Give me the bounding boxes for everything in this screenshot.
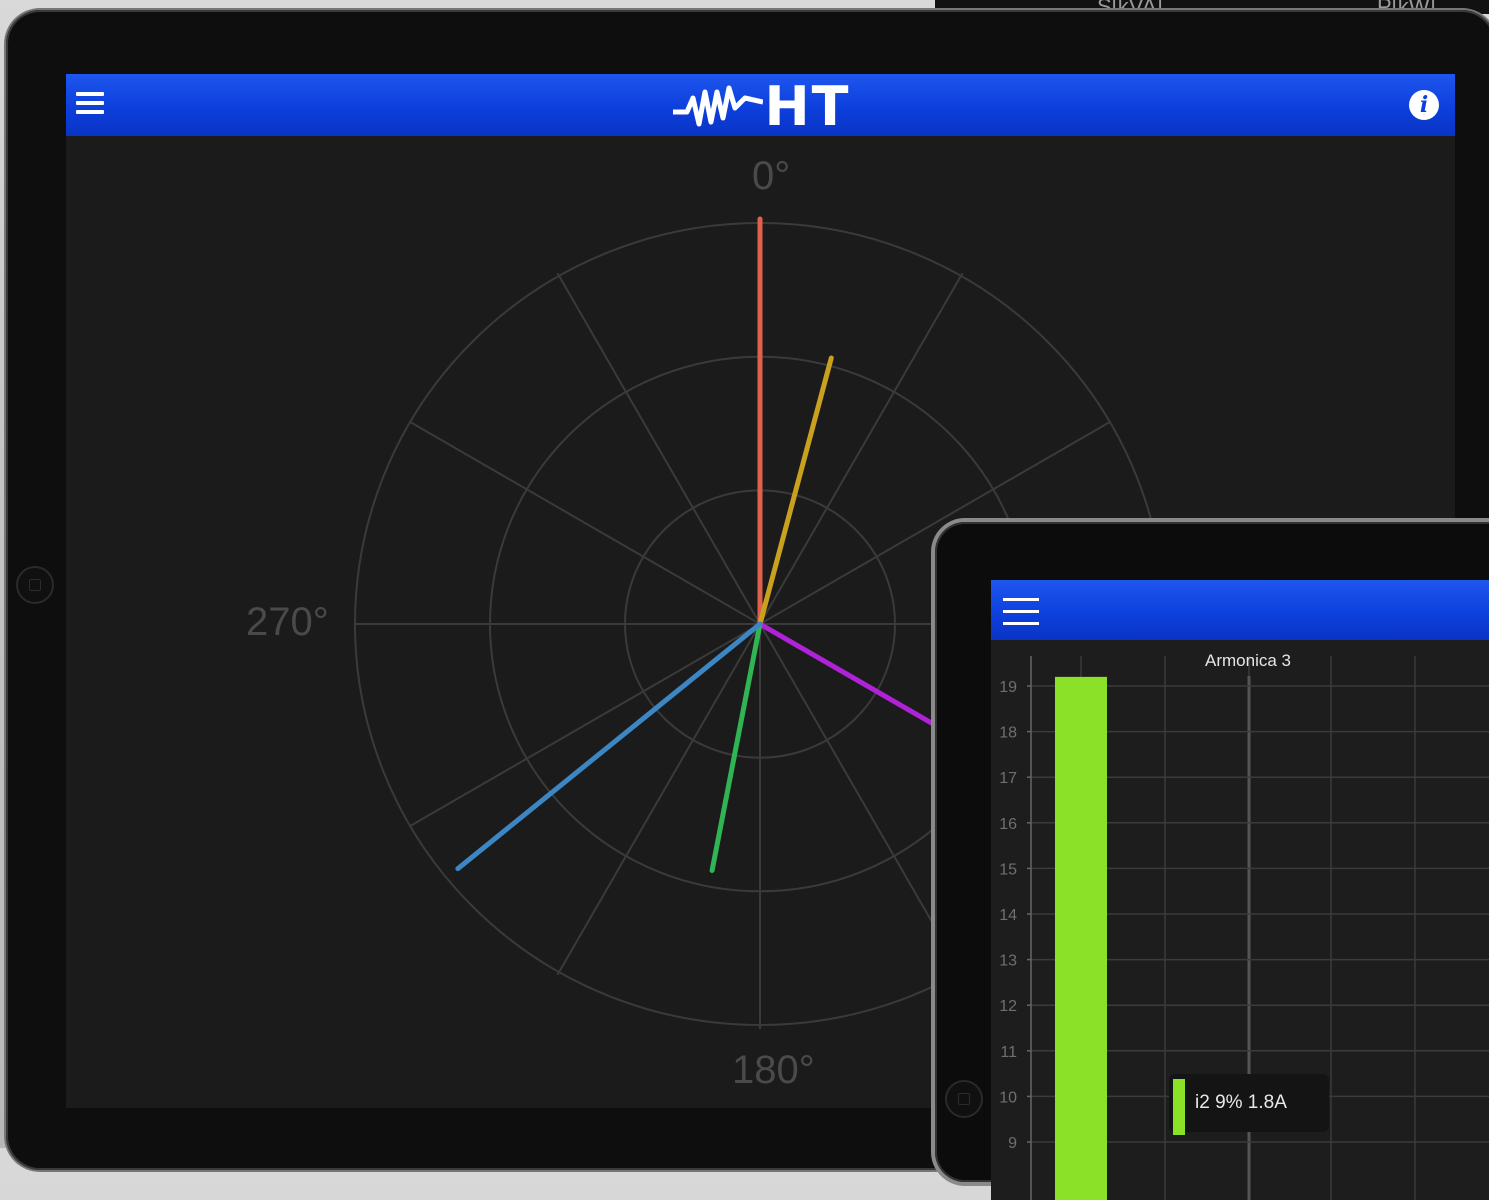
y-tick-label: 18 [999, 725, 1017, 742]
tooltip-text: i2 9% 1.8A [1195, 1092, 1287, 1113]
phasor-vector-5 [455, 621, 763, 872]
y-tick-label: 10 [999, 1089, 1017, 1106]
home-button-2[interactable] [945, 1080, 983, 1118]
y-tick-label: 19 [999, 679, 1017, 696]
y-tick-label: 11 [1000, 1044, 1017, 1061]
second-tablet: 9 10 11 12 13 14 15 16 17 18 19 Armonica 3 i2 9% 1… [935, 522, 1489, 1200]
y-tick-label: 14 [999, 907, 1017, 924]
y-tick-label: 12 [999, 998, 1017, 1015]
y-tick-label: 15 [999, 861, 1017, 878]
phasor-vector-4 [709, 621, 763, 873]
y-tick-label: 16 [999, 816, 1017, 833]
chart-title: Armonica 3 [1205, 651, 1291, 670]
y-tick-label: 9 [1008, 1135, 1017, 1152]
y-tick-label: 13 [999, 953, 1017, 970]
second-screen: 9 10 11 12 13 14 15 16 17 18 19 Armonica 3 i2 9% 1… [991, 580, 1489, 1200]
bar-tooltip: i2 9% 1.8A [1169, 1074, 1329, 1135]
y-tick-label: 17 [999, 770, 1017, 787]
tooltip-swatch [1173, 1079, 1185, 1135]
angle-label-270: 270° [246, 600, 329, 644]
angle-label-180: 180° [732, 1048, 815, 1092]
home-button[interactable] [16, 566, 54, 604]
bar-i2 [1055, 676, 1107, 1200]
angle-label-0: 0° [752, 154, 791, 198]
